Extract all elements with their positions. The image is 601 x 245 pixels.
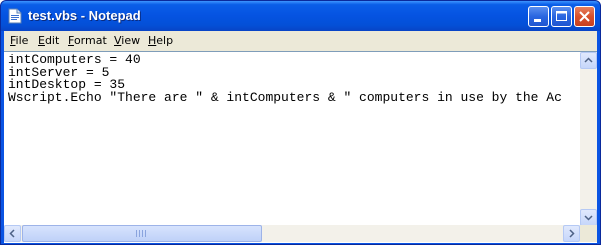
text-content[interactable]: intComputers = 40 intServer = 5 intDesktop… xyxy=(8,54,577,224)
notepad-window: test.vbs - Notepad File Edit Format View… xyxy=(0,0,601,245)
scrollbar-corner xyxy=(580,225,597,242)
menu-format[interactable]: Format xyxy=(68,34,107,47)
scroll-right-button[interactable] xyxy=(563,225,580,242)
chevron-up-icon xyxy=(584,57,593,63)
menu-file[interactable]: File xyxy=(10,34,28,47)
menu-bar: File Edit Format View Help xyxy=(4,31,597,50)
minimize-button[interactable] xyxy=(528,6,549,27)
scroll-left-button[interactable] xyxy=(4,225,21,242)
menu-edit[interactable]: Edit xyxy=(38,34,59,47)
scroll-up-button[interactable] xyxy=(580,52,597,69)
menu-view[interactable]: View xyxy=(114,34,140,47)
scroll-down-button[interactable] xyxy=(580,209,597,226)
maximize-icon xyxy=(556,11,567,21)
minimize-icon xyxy=(534,19,541,22)
horizontal-scrollbar[interactable] xyxy=(4,225,580,242)
close-icon xyxy=(579,11,590,22)
notepad-document-icon[interactable] xyxy=(8,8,22,24)
close-button[interactable] xyxy=(574,6,595,27)
text-editor[interactable]: intComputers = 40 intServer = 5 intDesktop… xyxy=(4,51,597,243)
title-bar[interactable]: test.vbs - Notepad xyxy=(1,1,600,31)
grip-icon xyxy=(136,230,146,237)
chevron-left-icon xyxy=(9,229,15,238)
chevron-right-icon xyxy=(569,229,575,238)
vertical-scrollbar[interactable] xyxy=(580,52,597,226)
window-title: test.vbs - Notepad xyxy=(28,8,141,23)
menu-help[interactable]: Help xyxy=(148,34,173,47)
client-area: File Edit Format View Help intComputers … xyxy=(4,31,597,243)
maximize-button[interactable] xyxy=(551,6,572,27)
chevron-down-icon xyxy=(584,215,593,221)
horizontal-scroll-thumb[interactable] xyxy=(22,225,262,242)
text-line: Wscript.Echo "There are " & intComputers… xyxy=(8,89,562,105)
